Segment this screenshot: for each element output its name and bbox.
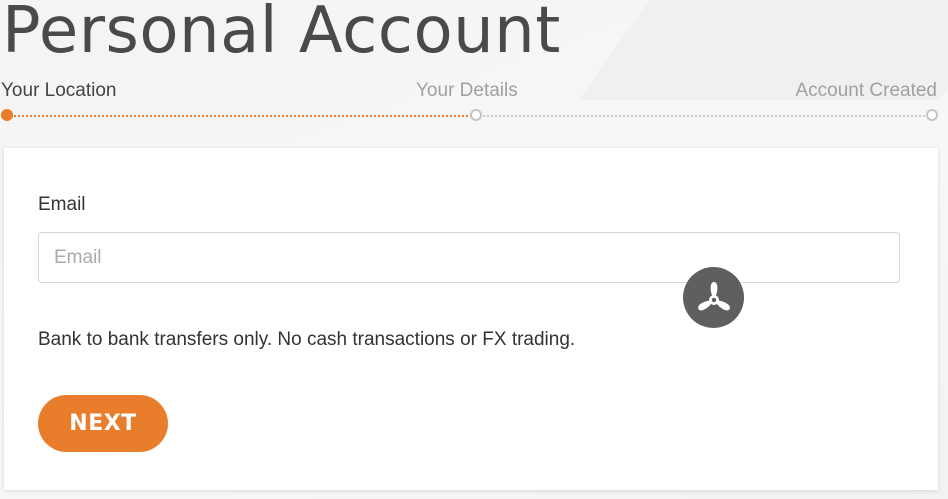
floating-assistant-button[interactable] <box>683 267 744 328</box>
personal-account-page: Personal Account Your Location Your Deta… <box>0 0 948 499</box>
tri-blade-logo-icon <box>697 281 730 310</box>
step-dot-your-location <box>1 109 13 121</box>
email-input[interactable] <box>38 232 900 283</box>
step-dot-account-created <box>926 109 938 121</box>
next-button[interactable]: NEXT <box>38 395 168 452</box>
progress-stepper: Your Location Your Details Account Creat… <box>0 80 948 126</box>
form-card: Email Bank to bank transfers only. No ca… <box>4 148 938 490</box>
step-dot-your-details <box>470 109 482 121</box>
page-title: Personal Account <box>2 0 561 68</box>
email-label: Email <box>38 194 86 215</box>
step-connector-pending <box>476 115 932 117</box>
transfer-policy-note: Bank to bank transfers only. No cash tra… <box>38 329 576 350</box>
step-label-your-details: Your Details <box>416 80 518 101</box>
step-connector-completed <box>7 115 475 117</box>
step-label-account-created: Account Created <box>795 80 937 101</box>
step-label-your-location: Your Location <box>1 80 117 101</box>
